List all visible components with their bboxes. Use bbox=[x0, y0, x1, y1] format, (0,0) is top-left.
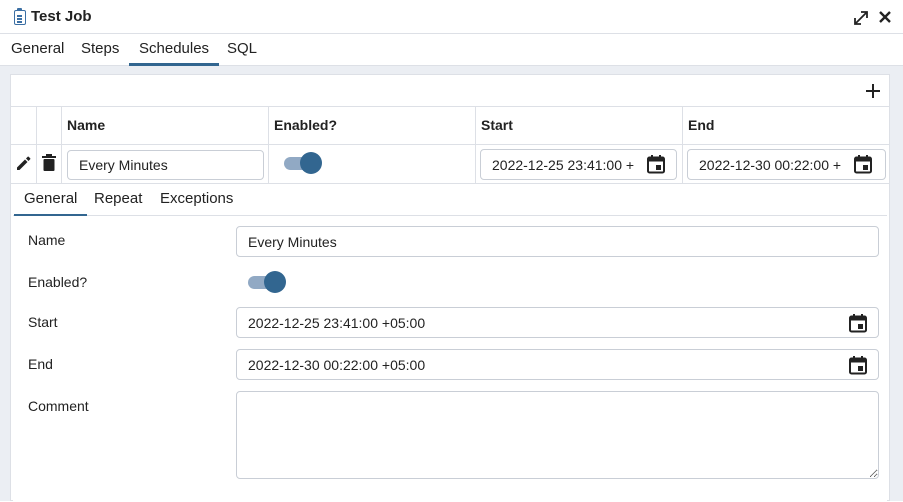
schedule-detail-panel: General Repeat Exceptions Name Every Min… bbox=[13, 185, 887, 502]
expand-icon[interactable] bbox=[852, 9, 870, 27]
table-row: Every Minutes 2022-12-25 23:41:00 + 2022… bbox=[11, 145, 889, 184]
subtab-repeat[interactable]: Repeat bbox=[94, 185, 142, 216]
tab-sql[interactable]: SQL bbox=[227, 34, 257, 66]
comment-textarea[interactable] bbox=[236, 391, 879, 479]
content-area: Name Enabled? Start End Every Minutes 20… bbox=[0, 66, 903, 502]
calendar-icon[interactable] bbox=[853, 154, 873, 174]
window-title: Test Job bbox=[31, 8, 92, 25]
grid-header: Name Enabled? Start End bbox=[11, 107, 889, 145]
comment-label: Comment bbox=[28, 398, 89, 414]
calendar-icon[interactable] bbox=[848, 355, 868, 375]
sub-tab-bar: General Repeat Exceptions bbox=[13, 185, 887, 216]
enabled-toggle[interactable] bbox=[248, 271, 286, 293]
name-input[interactable]: Every Minutes bbox=[236, 226, 879, 257]
column-header-start[interactable]: Start bbox=[476, 107, 683, 144]
top-tab-bar: General Steps Schedules SQL bbox=[0, 34, 903, 66]
column-header-name[interactable]: Name bbox=[62, 107, 269, 144]
enabled-label: Enabled? bbox=[28, 274, 88, 290]
tab-steps[interactable]: Steps bbox=[81, 34, 119, 66]
calendar-icon[interactable] bbox=[848, 313, 868, 333]
end-label: End bbox=[28, 356, 53, 372]
calendar-icon[interactable] bbox=[646, 154, 666, 174]
close-icon[interactable] bbox=[876, 8, 894, 26]
row-name-input[interactable]: Every Minutes bbox=[67, 150, 264, 180]
clipboard-icon bbox=[14, 8, 26, 25]
subtab-exceptions[interactable]: Exceptions bbox=[160, 185, 233, 216]
tab-schedules[interactable]: Schedules bbox=[129, 34, 220, 66]
start-label: Start bbox=[28, 314, 58, 330]
column-header-end[interactable]: End bbox=[683, 107, 889, 144]
grid-toolbar bbox=[11, 75, 889, 107]
column-header-enabled[interactable]: Enabled? bbox=[269, 107, 476, 144]
name-label: Name bbox=[28, 232, 66, 248]
plus-icon[interactable] bbox=[863, 81, 883, 101]
pencil-icon[interactable] bbox=[15, 155, 32, 175]
start-datetime-input[interactable]: 2022-12-25 23:41:00 +05:00 bbox=[236, 307, 879, 338]
subtab-general[interactable]: General bbox=[14, 185, 88, 216]
end-datetime-input[interactable]: 2022-12-30 00:22:00 +05:00 bbox=[236, 349, 879, 380]
row-enabled-toggle[interactable] bbox=[284, 152, 322, 174]
tab-general[interactable]: General bbox=[11, 34, 64, 66]
schedules-grid: Name Enabled? Start End Every Minutes 20… bbox=[10, 74, 890, 502]
trash-icon[interactable] bbox=[42, 154, 56, 174]
title-bar: Test Job bbox=[0, 0, 903, 34]
